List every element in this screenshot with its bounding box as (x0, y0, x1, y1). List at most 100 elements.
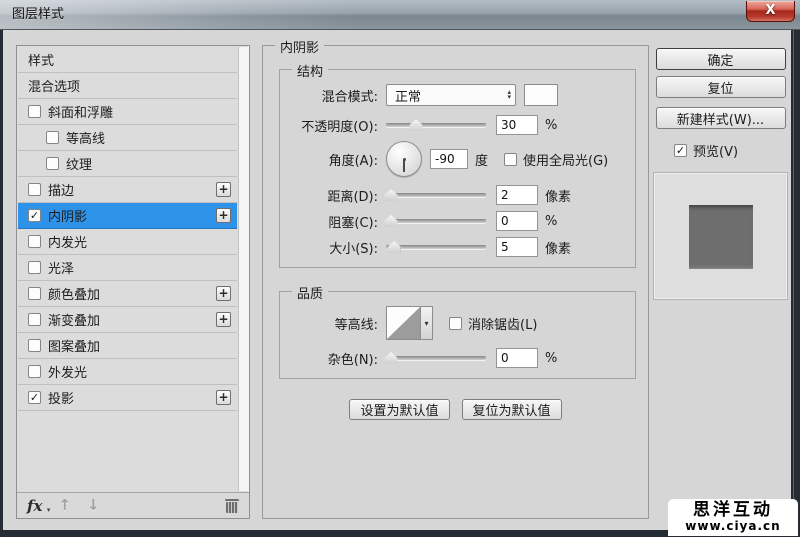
checkbox[interactable] (449, 317, 462, 330)
checkbox[interactable] (28, 183, 41, 196)
checkbox[interactable] (28, 235, 41, 248)
move-up-button[interactable]: ↑ (58, 498, 71, 513)
checkbox[interactable] (46, 157, 59, 170)
contour-picker[interactable]: ▾ (386, 306, 433, 340)
blend-mode-label: 混合模式: (286, 86, 378, 105)
close-button[interactable]: X (746, 1, 795, 22)
styles-sidebar: 样式 混合选项 斜面和浮雕 等高线 纹理 (16, 45, 250, 519)
structure-group: 结构 混合模式: 正常 ▴▾ 不透明度(O): % (279, 69, 636, 268)
item-label: 光泽 (48, 258, 231, 277)
noise-slider[interactable] (386, 350, 486, 366)
preview-checkbox-row[interactable]: ✓ 预览(V) (674, 141, 789, 160)
sidebar-item-outer-glow[interactable]: 外发光 (18, 359, 237, 385)
use-global-light-label: 使用全局光(G) (523, 150, 608, 169)
sidebar-item-styles[interactable]: 样式 (18, 47, 237, 73)
shadow-color-swatch[interactable] (524, 84, 558, 106)
sidebar-item-inner-glow[interactable]: 内发光 (18, 229, 237, 255)
blend-mode-select[interactable]: 正常 ▴▾ (386, 84, 516, 106)
size-slider[interactable] (386, 239, 486, 255)
add-instance-button[interactable]: + (216, 312, 231, 327)
sidebar-item-bevel-emboss[interactable]: 斜面和浮雕 (18, 99, 237, 125)
item-label: 内阴影 (48, 206, 216, 225)
sidebar-item-satin[interactable]: 光泽 (18, 255, 237, 281)
blend-mode-value: 正常 (395, 86, 421, 105)
dialog-content: 样式 混合选项 斜面和浮雕 等高线 纹理 (3, 30, 791, 530)
item-label: 投影 (48, 388, 216, 407)
ok-button[interactable]: 确定 (656, 48, 786, 70)
angle-input[interactable] (430, 149, 468, 169)
choke-unit: % (545, 214, 557, 229)
noise-label: 杂色(N): (286, 349, 378, 368)
add-instance-button[interactable]: + (216, 182, 231, 197)
slider-thumb[interactable] (385, 352, 398, 364)
slider-thumb[interactable] (385, 215, 398, 227)
checkbox[interactable] (46, 131, 59, 144)
checkbox[interactable] (28, 313, 41, 326)
contour-dropdown-arrow[interactable]: ▾ (420, 306, 433, 340)
item-label: 等高线 (66, 128, 231, 147)
distance-label: 距离(D): (286, 186, 378, 205)
sidebar-item-color-overlay[interactable]: 颜色叠加 + (18, 281, 237, 307)
fx-menu-button[interactable]: fx▾ (27, 497, 42, 515)
checkbox[interactable]: ✓ (674, 144, 687, 157)
opacity-slider[interactable] (386, 117, 486, 133)
sidebar-item-drop-shadow[interactable]: ✓ 投影 + (18, 385, 237, 411)
size-unit: 像素 (545, 238, 571, 257)
choke-slider[interactable] (386, 213, 486, 229)
delete-effect-button[interactable] (225, 499, 239, 513)
new-style-button[interactable]: 新建样式(W)... (656, 107, 786, 129)
sidebar-item-inner-shadow[interactable]: ✓ 内阴影 + (18, 203, 237, 229)
item-label: 纹理 (66, 154, 231, 173)
sidebar-footer: fx▾ ↑ ↓ (17, 492, 249, 518)
checkbox[interactable] (28, 339, 41, 352)
sidebar-item-pattern-overlay[interactable]: 图案叠加 (18, 333, 237, 359)
item-label: 图案叠加 (48, 336, 231, 355)
preview-label: 预览(V) (693, 141, 738, 160)
checkbox[interactable] (28, 105, 41, 118)
slider-thumb[interactable] (385, 189, 398, 201)
add-instance-button[interactable]: + (216, 208, 231, 223)
reset-default-button[interactable]: 复位为默认值 (462, 399, 562, 420)
anti-alias-checkbox[interactable]: 消除锯齿(L) (449, 314, 537, 333)
item-label: 外发光 (48, 362, 231, 381)
distance-row: 距离(D): 像素 (286, 185, 627, 205)
sidebar-item-contour[interactable]: 等高线 (18, 125, 237, 151)
slider-thumb[interactable] (410, 119, 423, 131)
move-down-button[interactable]: ↓ (87, 498, 100, 513)
title-bar[interactable]: 图层样式 X (0, 0, 800, 30)
set-default-button[interactable]: 设置为默认值 (349, 399, 449, 420)
item-label: 颜色叠加 (48, 284, 216, 303)
inner-shadow-panel: 内阴影 结构 混合模式: 正常 ▴▾ 不透明度(O): (262, 45, 649, 519)
checkbox[interactable] (28, 365, 41, 378)
sidebar-item-gradient-overlay[interactable]: 渐变叠加 + (18, 307, 237, 333)
distance-slider[interactable] (386, 187, 486, 203)
checkbox[interactable] (504, 153, 517, 166)
sidebar-item-texture[interactable]: 纹理 (18, 151, 237, 177)
caret-icon: ▾ (47, 505, 51, 514)
slider-thumb[interactable] (388, 241, 401, 253)
item-label: 混合选项 (28, 76, 231, 95)
sidebar-scrollbar[interactable] (238, 47, 248, 491)
angle-dial[interactable] (386, 141, 422, 177)
checkbox[interactable]: ✓ (28, 209, 41, 222)
anti-alias-label: 消除锯齿(L) (468, 314, 537, 333)
use-global-light-checkbox[interactable]: 使用全局光(G) (504, 150, 608, 169)
size-input[interactable] (496, 237, 538, 257)
distance-unit: 像素 (545, 186, 571, 205)
checkbox[interactable] (28, 287, 41, 300)
contour-label: 等高线: (286, 314, 378, 333)
checkbox[interactable] (28, 261, 41, 274)
sidebar-item-stroke[interactable]: 描边 + (18, 177, 237, 203)
distance-input[interactable] (496, 185, 538, 205)
add-instance-button[interactable]: + (216, 390, 231, 405)
add-instance-button[interactable]: + (216, 286, 231, 301)
sidebar-item-blending-options[interactable]: 混合选项 (18, 73, 237, 99)
choke-label: 阻塞(C): (286, 212, 378, 231)
choke-input[interactable] (496, 211, 538, 231)
checkbox[interactable]: ✓ (28, 391, 41, 404)
size-row: 大小(S): 像素 (286, 237, 627, 257)
reset-button[interactable]: 复位 (656, 76, 786, 98)
opacity-input[interactable] (496, 115, 538, 135)
contour-thumbnail (386, 306, 420, 340)
noise-input[interactable] (496, 348, 538, 368)
